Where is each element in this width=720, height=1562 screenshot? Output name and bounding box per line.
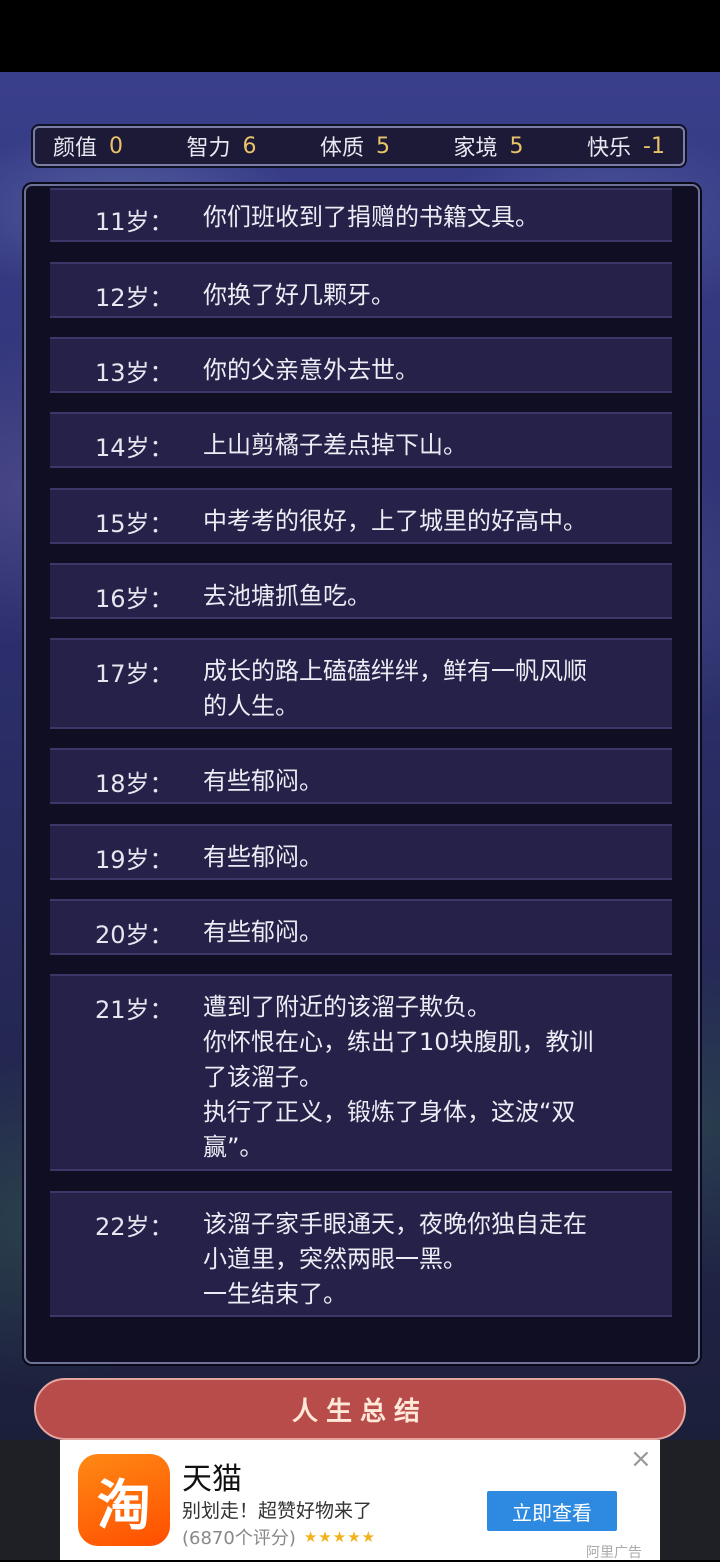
event-row: 18岁： 有些郁闷。 (50, 748, 672, 804)
ad-rating: (6870个评分) ★★★★★ (182, 1524, 376, 1550)
event-age: 21岁： (95, 996, 174, 1024)
ad-subtitle: 别划走！超赞好物来了 (182, 1500, 373, 1522)
event-row: 20岁： 有些郁闷。 (50, 899, 672, 955)
event-row: 14岁： 上山剪橘子差点掉下山。 (50, 412, 672, 468)
event-age: 18岁： (95, 770, 174, 798)
event-row: 11岁： 你们班收到了捐赠的书籍文具。 (50, 188, 672, 242)
stat-happiness: 快乐 -1 (587, 133, 665, 162)
event-row: 16岁： 去池塘抓鱼吃。 (50, 563, 672, 619)
event-text: 你们班收到了捐赠的书籍文具。 (203, 203, 539, 231)
event-row: 22岁： 该溜子家手眼通天，夜晚你独自走在 小道里，突然两眼一黑。 一生结束了。 (50, 1191, 672, 1317)
event-age: 19岁： (95, 846, 174, 874)
event-text: 中考考的很好，上了城里的好高中。 (203, 507, 587, 535)
event-age: 22岁： (95, 1213, 174, 1241)
ad-title: 天猫 (182, 1462, 242, 1497)
stat-appearance: 颜值 0 (53, 133, 124, 162)
event-age: 11岁： (95, 208, 174, 236)
event-age: 15岁： (95, 510, 174, 538)
ad-rating-count: (6870个评分) (182, 1528, 296, 1549)
event-text: 有些郁闷。 (203, 767, 323, 795)
star-rating-icon: ★★★★★ (303, 1528, 377, 1546)
life-summary-button[interactable]: 人生总结 (34, 1378, 686, 1440)
status-bar (0, 0, 720, 72)
event-text: 有些郁闷。 (203, 918, 323, 946)
event-text: 该溜子家手眼通天，夜晚你独自走在 小道里，突然两眼一黑。 一生结束了。 (203, 1210, 587, 1308)
stat-constitution: 体质 5 (320, 133, 391, 162)
event-row: 12岁： 你换了好几颗牙。 (50, 262, 672, 318)
event-age: 20岁： (95, 921, 174, 949)
event-age: 13岁： (95, 359, 174, 387)
close-icon[interactable]: × (630, 1444, 652, 1474)
event-text: 去池塘抓鱼吃。 (203, 582, 371, 610)
event-row: 19岁： 有些郁闷。 (50, 824, 672, 880)
event-text: 遭到了附近的该溜子欺负。 你怀恨在心，练出了10块腹肌，教训 了该溜子。 执行了… (203, 993, 594, 1161)
event-text: 有些郁闷。 (203, 843, 323, 871)
event-row: 21岁： 遭到了附近的该溜子欺负。 你怀恨在心，练出了10块腹肌，教训 了该溜子… (50, 974, 672, 1171)
event-text: 你的父亲意外去世。 (203, 356, 419, 384)
event-age: 17岁： (95, 660, 174, 688)
ad-banner[interactable]: 淘 天猫 别划走！超赞好物来了 (6870个评分) ★★★★★ 立即查看 × 阿… (60, 1440, 660, 1561)
ad-source-label: 阿里广告 (586, 1545, 642, 1561)
event-text: 上山剪橘子差点掉下山。 (203, 431, 467, 459)
event-age: 16岁： (95, 585, 174, 613)
stat-family: 家境 5 (453, 133, 524, 162)
event-row: 13岁： 你的父亲意外去世。 (50, 337, 672, 393)
event-age: 12岁： (95, 284, 174, 312)
taobao-logo-icon: 淘 (78, 1454, 170, 1546)
event-row: 17岁： 成长的路上磕磕绊绊，鲜有一帆风顺 的人生。 (50, 638, 672, 729)
life-events-panel[interactable]: 11岁： 你们班收到了捐赠的书籍文具。 12岁： 你换了好几颗牙。 13岁： 你… (24, 184, 700, 1364)
ad-view-now-button[interactable]: 立即查看 (487, 1491, 617, 1531)
event-age: 14岁： (95, 434, 174, 462)
event-text: 成长的路上磕磕绊绊，鲜有一帆风顺 的人生。 (203, 657, 587, 720)
stat-intelligence: 智力 6 (186, 133, 257, 162)
event-row: 15岁： 中考考的很好，上了城里的好高中。 (50, 488, 672, 544)
event-text: 你换了好几颗牙。 (203, 281, 395, 309)
ad-banner-area: 淘 天猫 别划走！超赞好物来了 (6870个评分) ★★★★★ 立即查看 × 阿… (0, 1440, 720, 1561)
attribute-stats-bar: 颜值 0 智力 6 体质 5 家境 5 快乐 -1 (33, 126, 685, 166)
